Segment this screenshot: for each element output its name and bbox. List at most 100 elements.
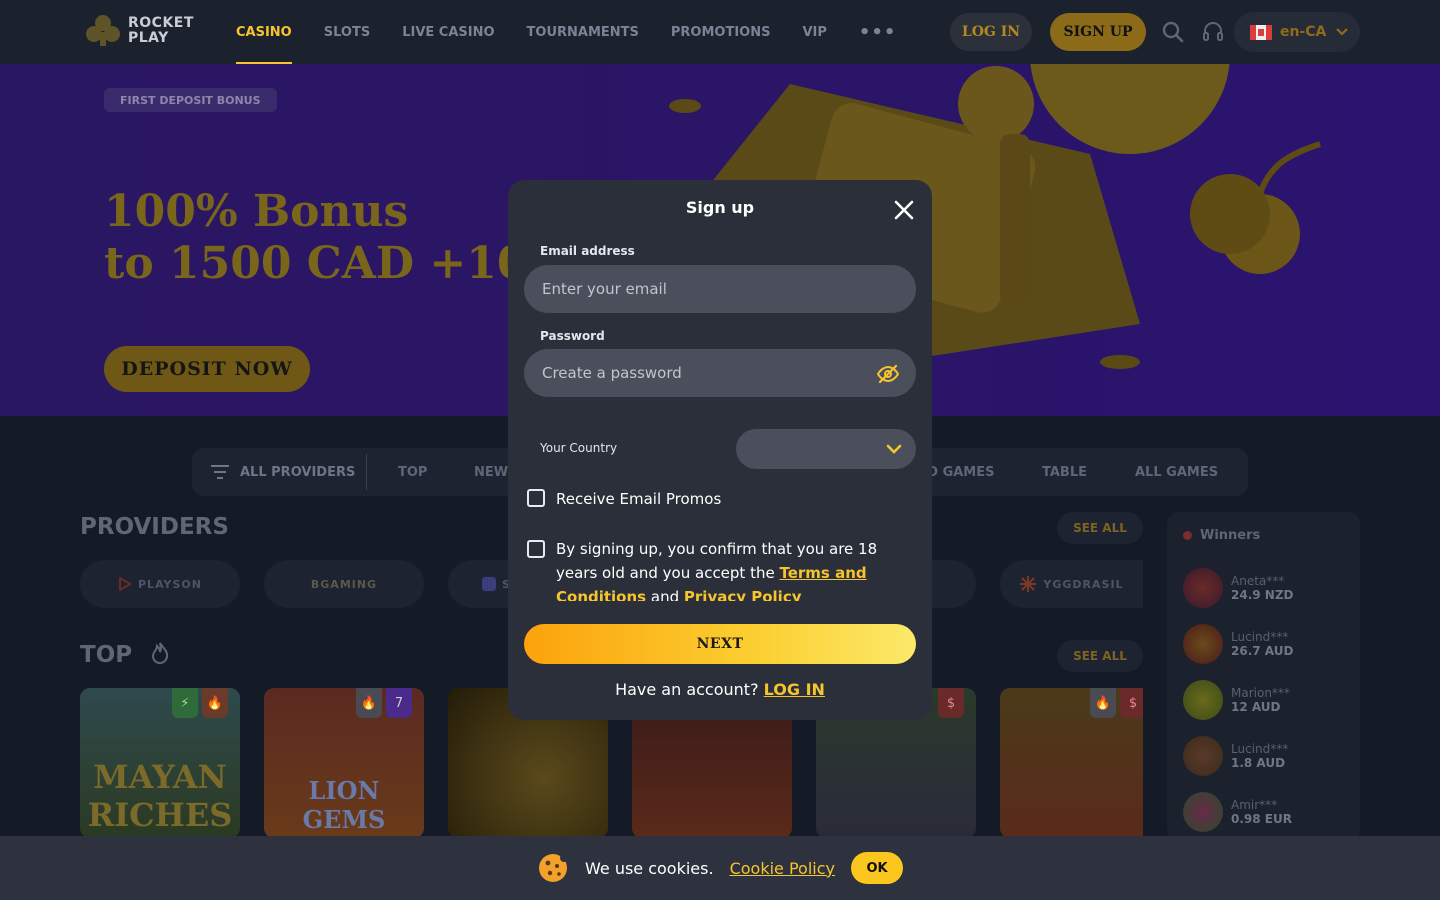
hero-title: 100% Bonus to 1500 CAD +10 (104, 186, 528, 290)
top-games-title: TOP (80, 642, 170, 668)
nav-tournaments[interactable]: TOURNAMENTS (527, 0, 639, 64)
support-headset-icon[interactable] (1201, 20, 1225, 44)
chevron-down-icon (886, 444, 902, 454)
winner-name: Lucind*** (1231, 630, 1289, 644)
main-nav: CASINO SLOTS LIVE CASINO TOURNAMENTS PRO… (236, 0, 896, 64)
yggdrasil-logo-icon (1020, 576, 1037, 592)
winner-item[interactable]: Amir*** 0.98 EUR (1183, 792, 1292, 832)
header-signup-button[interactable]: SIGN UP (1050, 13, 1146, 51)
dollar-badge-icon: $ (1120, 688, 1143, 718)
signup-modal: Sign up Email address Password Your Coun… (508, 180, 932, 720)
club-logo-icon (86, 15, 120, 46)
filter-top[interactable]: TOP (398, 448, 427, 496)
cookie-icon (539, 854, 568, 882)
game-card-lion-gems[interactable]: 🔥 7 LION GEMS (264, 688, 424, 838)
filter-all-games[interactable]: ALL GAMES (1135, 448, 1218, 496)
provider-logo-icon (482, 577, 496, 591)
provider-playson[interactable]: PLAYSON (80, 560, 240, 608)
game-card-mayan-riches[interactable]: ⚡ 🔥 MAYAN RICHES (80, 688, 240, 838)
email-promos-checkbox[interactable] (527, 489, 545, 507)
nav-live-casino[interactable]: LIVE CASINO (402, 0, 494, 64)
hot-badge-icon: 🔥 (356, 688, 382, 718)
winner-name: Amir*** (1231, 798, 1278, 812)
hot-badge-icon: 🔥 (1090, 688, 1116, 718)
filter-new[interactable]: NEW (474, 448, 508, 496)
provider-hidden[interactable] (932, 560, 976, 608)
winner-name: Aneta*** (1231, 574, 1285, 588)
terms-checkbox[interactable] (527, 540, 545, 558)
game-card-fortune[interactable]: 🔥 $ (1000, 688, 1143, 838)
winner-amount: 12 AUD (1231, 700, 1281, 714)
password-label: Password (540, 329, 605, 343)
top-header: ROCKET PLAY CASINO SLOTS LIVE CASINO TOU… (0, 0, 1440, 64)
country-label: Your Country (540, 441, 618, 455)
login-link[interactable]: LOG IN (764, 680, 825, 699)
canada-flag-icon (1250, 24, 1272, 40)
winners-title: Winners (1200, 528, 1261, 543)
deposit-now-button[interactable]: DEPOSIT NOW (104, 346, 310, 392)
header-login-button[interactable]: LOG IN (950, 13, 1032, 51)
nav-vip[interactable]: VIP (802, 0, 826, 64)
winner-game-thumb (1183, 792, 1223, 832)
winner-item[interactable]: Lucind*** 1.8 AUD (1183, 736, 1288, 776)
providers-see-all-button[interactable]: SEE ALL (1057, 512, 1143, 544)
modal-title: Sign up (685, 198, 755, 217)
password-field[interactable] (524, 349, 916, 397)
playson-logo-icon (119, 577, 132, 591)
privacy-policy-link[interactable]: Privacy Policy (684, 588, 802, 601)
all-providers-filter[interactable]: ALL PROVIDERS (210, 448, 355, 496)
top-see-all-button[interactable]: SEE ALL (1057, 640, 1143, 672)
winner-game-thumb (1183, 680, 1223, 720)
all-providers-label: ALL PROVIDERS (240, 464, 356, 480)
chevron-down-icon (1336, 28, 1349, 36)
nav-slots[interactable]: SLOTS (324, 0, 370, 64)
filter-divider (366, 454, 367, 490)
country-select[interactable] (736, 429, 916, 469)
first-deposit-badge: FIRST DEPOSIT BONUS (104, 88, 277, 112)
winners-header: Winners (1183, 528, 1260, 543)
logo[interactable]: ROCKET PLAY (84, 12, 194, 50)
cookie-text: We use cookies. (585, 858, 714, 878)
winner-game-thumb (1183, 568, 1223, 608)
language-selector[interactable]: en-CA (1234, 12, 1360, 52)
logo-line-2: PLAY (128, 30, 169, 46)
winner-game-thumb (1183, 736, 1223, 776)
winner-amount: 1.8 AUD (1231, 756, 1286, 770)
nav-promotions[interactable]: PROMOTIONS (671, 0, 771, 64)
777-badge-icon: 7 (386, 688, 412, 718)
provider-yggdrasil[interactable]: YGGDRASIL (1000, 560, 1143, 608)
winner-amount: 26.7 AUD (1231, 644, 1294, 658)
lightning-badge-icon: ⚡ (172, 688, 198, 718)
game-title: MAYAN RICHES (87, 758, 233, 834)
cookie-policy-link[interactable]: Cookie Policy (730, 859, 835, 878)
language-label: en-CA (1280, 24, 1327, 40)
live-dot-icon (1183, 531, 1192, 540)
close-icon[interactable] (890, 196, 918, 224)
search-icon[interactable] (1161, 20, 1185, 44)
winner-amount: 0.98 EUR (1231, 812, 1292, 826)
filter-video-games[interactable]: O GAMES (927, 448, 995, 496)
eye-hidden-icon[interactable] (876, 362, 900, 386)
next-button[interactable]: NEXT (524, 624, 916, 664)
provider-bgaming[interactable]: BGAMING (264, 560, 424, 608)
winners-panel: Winners Aneta*** 24.9 NZD Lucind*** 26.7… (1167, 512, 1360, 842)
cookie-ok-button[interactable]: OK (851, 852, 903, 884)
game-title: LION GEMS (302, 776, 386, 834)
nav-casino[interactable]: CASINO (236, 0, 292, 64)
nav-more-icon[interactable]: ••• (859, 0, 897, 64)
filter-table[interactable]: TABLE (1042, 448, 1087, 496)
email-label: Email address (540, 244, 635, 258)
logo-line-1: ROCKET (128, 15, 194, 31)
hero-title-line-2: to 1500 CAD +10 (104, 238, 528, 289)
email-promos-label: Receive Email Promos (556, 490, 722, 508)
email-field[interactable] (524, 265, 916, 313)
winner-item[interactable]: Aneta*** 24.9 NZD (1183, 568, 1294, 608)
have-account-text: Have an account? LOG IN (615, 680, 825, 699)
cookie-banner: We use cookies. Cookie Policy OK (0, 836, 1440, 900)
winner-item[interactable]: Marion*** 12 AUD (1183, 680, 1290, 720)
winner-amount: 24.9 NZD (1231, 588, 1294, 602)
winner-item[interactable]: Lucind*** 26.7 AUD (1183, 624, 1293, 664)
filter-icon (211, 465, 229, 479)
hero-title-line-1: 100% Bonus (104, 186, 409, 237)
hot-badge-icon: 🔥 (202, 688, 228, 718)
